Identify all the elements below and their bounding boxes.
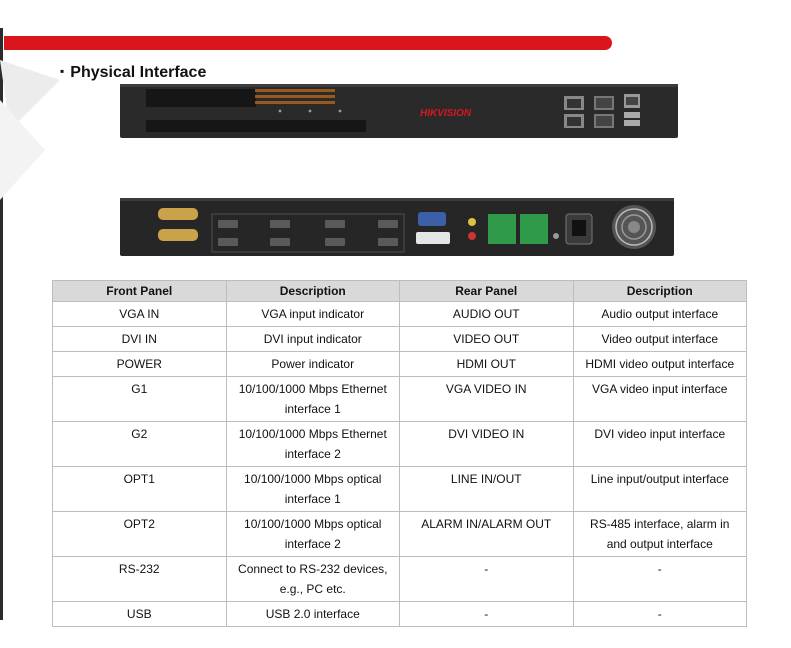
table-cell: POWER [52, 351, 227, 377]
table-cell: - [572, 556, 747, 602]
table-cell: Connect to RS-232 devices, e.g., PC etc. [225, 556, 400, 602]
heading-bullet: ▪ [60, 64, 65, 78]
table-cell: G1 [52, 376, 227, 422]
table-cell: Video output interface [572, 326, 747, 352]
table-row: USB USB 2.0 interface - - [52, 601, 747, 627]
header-front-panel: Front Panel [52, 280, 227, 302]
table-cell: USB [52, 601, 227, 627]
front-panel-image: HIKVISION [120, 84, 678, 138]
header-rear-description: Description [572, 280, 747, 302]
table-cell: - [572, 601, 747, 627]
table-cell: VGA IN [52, 301, 227, 327]
table-cell: OPT1 [52, 466, 227, 512]
table-row: G1 10/100/1000 Mbps Ethernet interface 1… [52, 376, 747, 422]
table-cell: RS-485 interface, alarm in and output in… [572, 511, 747, 557]
section-heading: ▪ Physical Interface [60, 64, 206, 82]
table-row: G2 10/100/1000 Mbps Ethernet interface 2… [52, 421, 747, 467]
accent-red-bar [4, 36, 612, 50]
table-cell: AUDIO OUT [399, 301, 574, 327]
header-rear-panel: Rear Panel [399, 280, 574, 302]
table-cell: - [399, 556, 574, 602]
table-cell: DVI VIDEO IN [399, 421, 574, 467]
table-cell: ALARM IN/ALARM OUT [399, 511, 574, 557]
table-row: VGA IN VGA input indicator AUDIO OUT Aud… [52, 301, 747, 327]
table-cell: G2 [52, 421, 227, 467]
table-cell: RS-232 [52, 556, 227, 602]
table-row: POWER Power indicator HDMI OUT HDMI vide… [52, 351, 747, 377]
interface-table: Front Panel Description Rear Panel Descr… [52, 280, 747, 627]
table-cell: VGA input indicator [225, 301, 400, 327]
table-cell: VGA video input interface [572, 376, 747, 422]
table-cell: 10/100/1000 Mbps Ethernet interface 2 [225, 421, 400, 467]
table-header-row: Front Panel Description Rear Panel Descr… [52, 280, 747, 302]
table-cell: OPT2 [52, 511, 227, 557]
table-cell: 10/100/1000 Mbps optical interface 2 [225, 511, 400, 557]
table-cell: LINE IN/OUT [399, 466, 574, 512]
table-cell: Power indicator [225, 351, 400, 377]
table-row: DVI IN DVI input indicator VIDEO OUT Vid… [52, 326, 747, 352]
table-cell: DVI video input interface [572, 421, 747, 467]
heading-title: Physical Interface [70, 64, 207, 81]
table-cell: VIDEO OUT [399, 326, 574, 352]
table-cell: DVI input indicator [225, 326, 400, 352]
table-cell: USB 2.0 interface [225, 601, 400, 627]
table-cell: 10/100/1000 Mbps optical interface 1 [225, 466, 400, 512]
table-cell: Line input/output interface [572, 466, 747, 512]
header-front-description: Description [225, 280, 400, 302]
table-row: RS-232 Connect to RS-232 devices, e.g., … [52, 556, 747, 602]
table-row: OPT2 10/100/1000 Mbps optical interface … [52, 511, 747, 557]
table-cell: 10/100/1000 Mbps Ethernet interface 1 [225, 376, 400, 422]
table-cell: HDMI OUT [399, 351, 574, 377]
table-cell: VGA VIDEO IN [399, 376, 574, 422]
table-cell: Audio output interface [572, 301, 747, 327]
table-cell: DVI IN [52, 326, 227, 352]
table-cell: HDMI video output interface [572, 351, 747, 377]
table-row: OPT1 10/100/1000 Mbps optical interface … [52, 466, 747, 512]
rear-panel-image [120, 198, 674, 256]
brand-logo-text: HIKVISION [420, 108, 472, 119]
table-cell: - [399, 601, 574, 627]
